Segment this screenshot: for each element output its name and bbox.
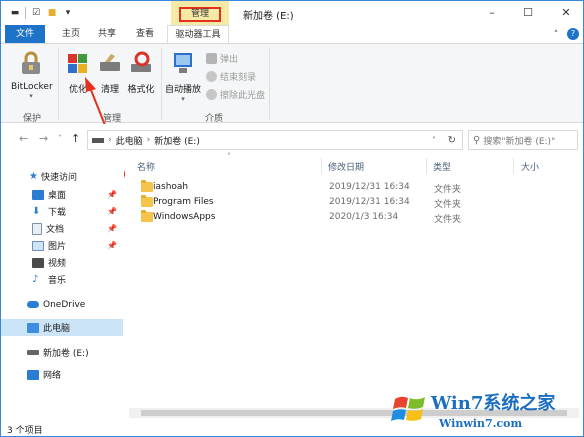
pin-icon[interactable]: 📌 (107, 190, 117, 199)
column-size[interactable]: 大小 (521, 160, 539, 173)
breadcrumb-drive-e[interactable]: 新加卷 (E:) (154, 134, 200, 147)
download-icon: ⬇ (32, 206, 41, 217)
nav-downloads[interactable]: ⬇ 下载 📌 (1, 203, 123, 220)
picture-icon (32, 240, 44, 251)
search-placeholder: 搜索"新加卷 (E:)" (483, 136, 556, 147)
drive-icon (92, 137, 104, 143)
navigation-pane: ★ 快速访问 桌面 📌 ⬇ 下载 📌 文档 📌 图片 📌 视频 ♪ 音乐 One… (1, 154, 124, 420)
file-date: 2019/12/31 16:34 (329, 182, 410, 192)
divider (321, 158, 322, 174)
nav-label: 快速访问 (40, 173, 77, 183)
column-name[interactable]: 名称 (137, 160, 155, 173)
watermark-url: Winwin7.com (439, 417, 523, 430)
nav-label: 网络 (43, 371, 62, 381)
nav-label: 图片 (48, 242, 67, 252)
file-type: 文件夹 (434, 185, 462, 195)
file-type: 文件夹 (434, 200, 462, 210)
pin-icon[interactable]: 📌 (107, 241, 117, 250)
recent-locations-icon[interactable]: ˅ (58, 134, 62, 143)
file-date: 2020/1/3 16:34 (329, 212, 399, 222)
address-toolbar: ← → ˅ ↑ › 此电脑 › 新加卷 (E:) ˅ ↻ ⚲ 搜索"新加卷 (E… (1, 124, 583, 154)
sort-arrow-icon: ˄ (227, 152, 231, 161)
file-list: ˄ 名称 修改日期 类型 大小 iashoah 2019/12/31 16:34… (125, 152, 583, 420)
file-row[interactable]: WindowsApps 2020/1/3 16:34 文件夹 (137, 210, 577, 225)
nav-label: 视频 (48, 259, 67, 269)
star-icon: ★ (29, 171, 38, 182)
nav-network[interactable]: 网络 (1, 366, 123, 383)
desktop-icon (32, 189, 44, 200)
nav-pictures[interactable]: 图片 📌 (1, 237, 123, 254)
nav-this-pc[interactable]: 此电脑 (1, 319, 123, 336)
refresh-icon[interactable]: ↻ (448, 135, 456, 146)
breadcrumb-separator-icon: › (146, 135, 151, 145)
pin-icon[interactable]: 📌 (107, 224, 117, 233)
address-dropdown-icon[interactable]: ˅ (432, 136, 436, 145)
file-row[interactable]: iashoah 2019/12/31 16:34 文件夹 (137, 180, 577, 195)
breadcrumb-separator-icon: › (108, 135, 112, 145)
column-type[interactable]: 类型 (433, 160, 451, 173)
cloud-icon (27, 301, 39, 308)
explorer-window: ▬ ☑ ■ ▾ 管理 新加卷 (E:) – ☐ ✕ 文件 主页 共享 查看 驱动… (0, 0, 584, 437)
nav-label: 此电脑 (43, 324, 71, 334)
computer-icon (27, 322, 39, 333)
watermark-title: Win7系统之家 (431, 393, 556, 414)
search-icon: ⚲ (473, 134, 481, 146)
file-row[interactable]: Program Files 2019/12/31 16:34 文件夹 (137, 195, 577, 210)
forward-arrow-icon[interactable]: → (39, 132, 48, 145)
network-icon (27, 369, 39, 380)
address-bar[interactable]: › 此电脑 › 新加卷 (E:) ˅ ↻ (87, 130, 463, 150)
nav-label: 音乐 (48, 276, 67, 286)
up-arrow-icon[interactable]: ↑ (71, 132, 80, 145)
item-count: 3 个项目 (7, 426, 43, 436)
file-type: 文件夹 (434, 215, 462, 225)
divider (426, 158, 427, 174)
nav-label: 新加卷 (E:) (43, 349, 89, 359)
nav-music[interactable]: ♪ 音乐 (1, 271, 123, 288)
divider (513, 158, 514, 174)
nav-videos[interactable]: 视频 (1, 254, 123, 271)
music-icon: ♪ (32, 274, 39, 285)
drive-icon (27, 350, 39, 355)
search-box[interactable]: ⚲ 搜索"新加卷 (E:)" (468, 130, 578, 150)
column-modified[interactable]: 修改日期 (328, 160, 364, 173)
windows-logo-icon (391, 396, 425, 421)
nav-label: 下载 (48, 208, 67, 218)
breadcrumb-this-pc[interactable]: 此电脑 (116, 134, 143, 147)
back-arrow-icon[interactable]: ← (19, 132, 28, 145)
nav-drive-e[interactable]: 新加卷 (E:) (1, 344, 123, 361)
nav-label: 桌面 (48, 191, 67, 201)
file-date: 2019/12/31 16:34 (329, 197, 410, 207)
video-icon (32, 257, 44, 268)
folder-icon (141, 210, 153, 222)
nav-quick-access[interactable]: ★ 快速访问 (1, 168, 123, 185)
nav-label: OneDrive (43, 299, 86, 310)
watermark: Win7系统之家 Winwin7.com (385, 385, 583, 436)
document-icon (32, 222, 42, 235)
pin-icon[interactable]: 📌 (107, 207, 117, 216)
folder-icon (141, 195, 153, 207)
folder-icon (141, 180, 153, 192)
nav-documents[interactable]: 文档 📌 (1, 220, 123, 237)
nav-desktop[interactable]: 桌面 📌 (1, 186, 123, 203)
file-name: Program Files (153, 197, 214, 207)
nav-onedrive[interactable]: OneDrive (1, 296, 123, 313)
nav-label: 文档 (46, 225, 65, 235)
file-name: iashoah (153, 182, 189, 192)
file-name: WindowsApps (153, 212, 216, 222)
